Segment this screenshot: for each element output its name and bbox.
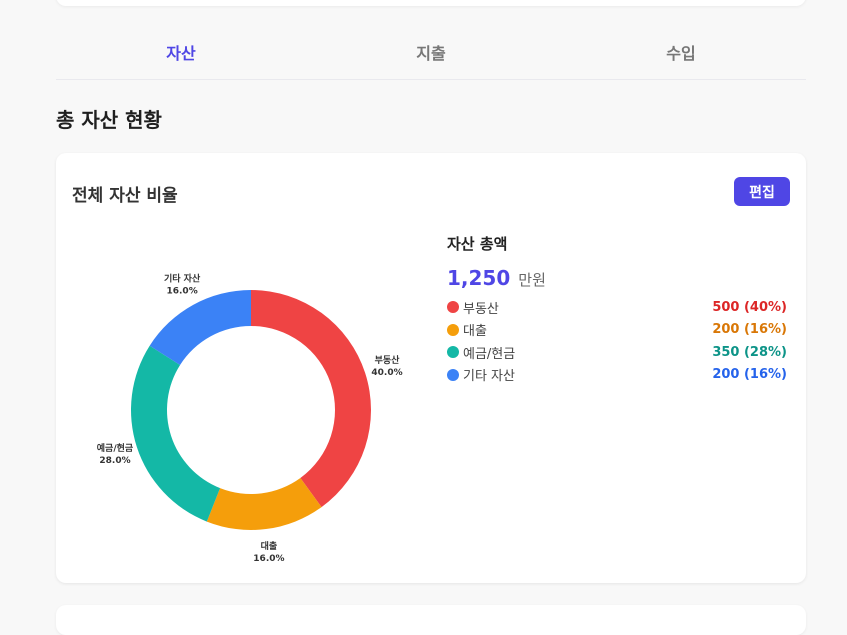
legend-name: 부동산 — [463, 301, 499, 317]
legend-value: 200 (16%) — [712, 367, 787, 383]
donut-slice-2[interactable] — [130, 345, 221, 522]
edit-button[interactable]: 편집 — [734, 177, 790, 206]
donut-slice-1[interactable] — [206, 477, 322, 530]
legend-dot — [447, 323, 459, 336]
legend-item-loan: 대출 200 (16%) — [447, 319, 787, 342]
legend-item-real-estate: 부동산 500 (40%) — [447, 296, 787, 319]
legend-item-other-assets: 기타 자산 200 (16%) — [447, 364, 787, 387]
legend-name: 예금/현금 — [463, 346, 516, 362]
legend-name: 대출 — [463, 324, 487, 340]
card-title: 전체 자산 비율 — [72, 186, 178, 206]
asset-ratio-card: 전체 자산 비율 편집 부동산 40.0% 대출 16.0% 예금/현금 28.0% 기타 … — [56, 153, 806, 583]
total-assets-label: 자산 총액 — [447, 235, 508, 253]
previous-card — [56, 0, 806, 6]
legend-dot — [447, 346, 459, 359]
slice-label-2: 예금/현금 28.0% — [97, 442, 134, 466]
category-tabs: 자산 지출 수입 — [56, 34, 806, 80]
donut-slice-0[interactable] — [251, 290, 371, 508]
legend-value: 350 (28%) — [712, 344, 787, 360]
legend-value: 500 (40%) — [712, 299, 787, 315]
legend-item-deposit-cash: 예금/현금 350 (28%) — [447, 341, 787, 364]
asset-donut-chart: 부동산 40.0% 대출 16.0% 예금/현금 28.0% 기타 자산 16.0% — [97, 273, 403, 564]
legend-name: 기타 자산 — [463, 369, 515, 385]
next-card — [56, 605, 806, 635]
slice-label-3: 기타 자산 16.0% — [164, 273, 201, 297]
section-title: 총 자산 현황 — [56, 108, 162, 132]
slice-label-0: 부동산 40.0% — [371, 354, 402, 378]
asset-summary: 자산 총액 1,250 만원 부동산 500 (40%) 대출 200 (16%… — [447, 233, 787, 386]
total-assets-unit: 만원 — [518, 271, 546, 289]
legend-dot — [447, 368, 459, 381]
legend-dot — [447, 301, 459, 314]
total-assets-value: 1,250 — [447, 266, 511, 290]
chart-legend: 부동산 500 (40%) 대출 200 (16%) 예금/현금 350 (28… — [447, 296, 787, 386]
donut-slice-3[interactable] — [149, 290, 251, 365]
total-assets-amount: 1,250 만원 — [447, 266, 787, 290]
legend-value: 200 (16%) — [712, 322, 787, 338]
slice-label-1: 대출 16.0% — [253, 540, 284, 564]
tab-expenses[interactable]: 지출 — [306, 34, 556, 79]
tab-assets[interactable]: 자산 — [56, 34, 306, 79]
tab-income[interactable]: 수입 — [556, 34, 806, 79]
